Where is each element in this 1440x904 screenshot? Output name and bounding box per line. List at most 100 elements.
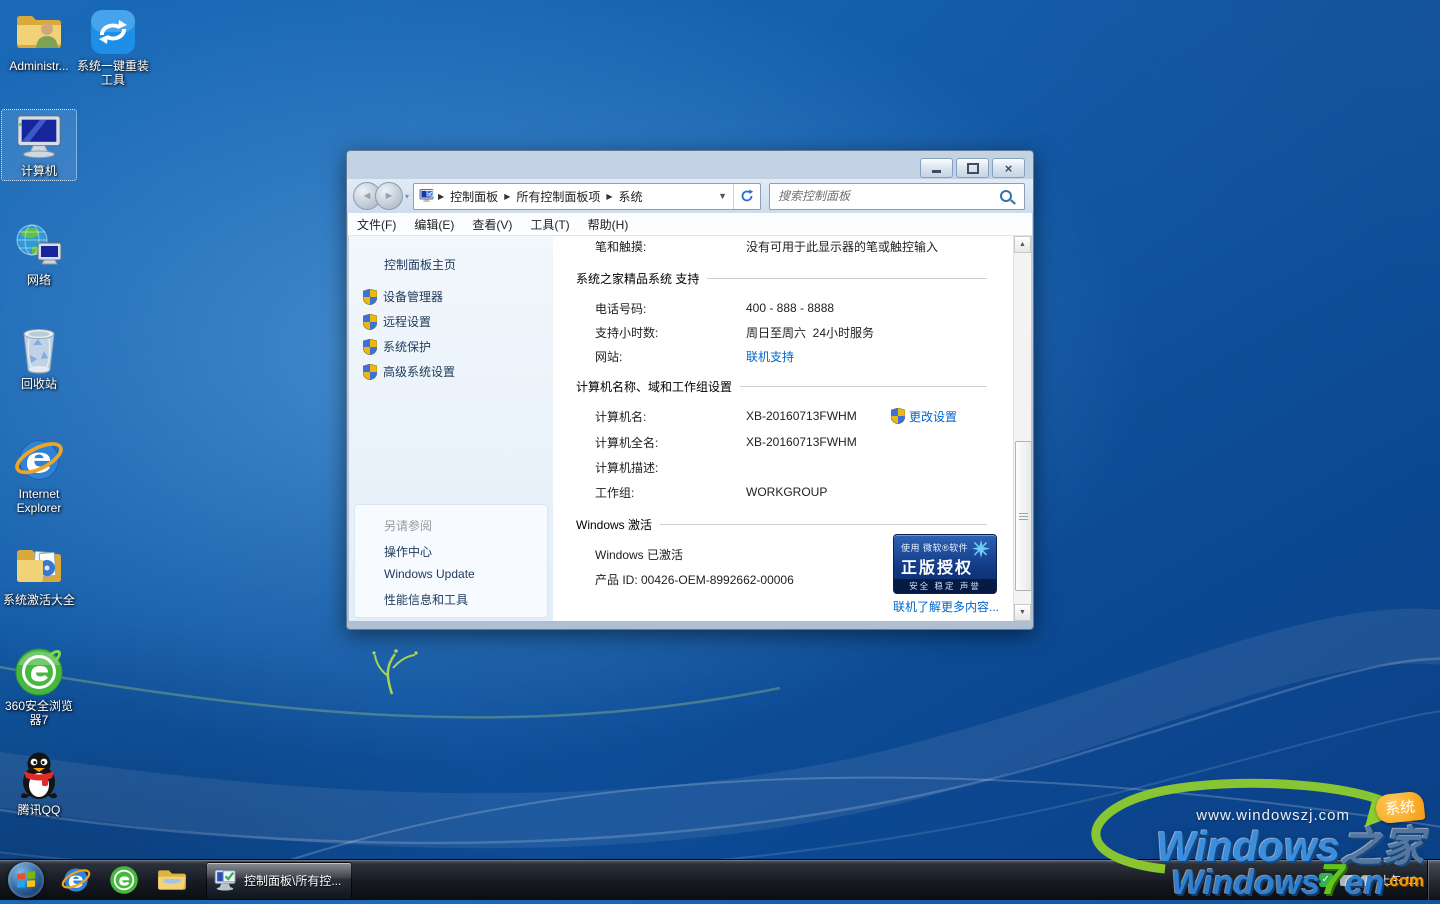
scroll-up-button[interactable]: ▲ — [1014, 236, 1031, 253]
menu-edit[interactable]: 编辑(E) — [405, 216, 463, 233]
field-label: 支持小时数: — [595, 324, 746, 341]
taskbar-clock[interactable]: 上午 10: — [1376, 872, 1424, 888]
network-tray-icon[interactable] — [1340, 875, 1353, 886]
online-support-link[interactable]: 联机支持 — [746, 348, 794, 365]
field-label: 网站: — [595, 348, 746, 365]
history-dropdown-icon[interactable]: ▾ — [405, 192, 409, 201]
forward-button[interactable]: ► — [375, 182, 403, 210]
volume-tray-icon[interactable] — [1360, 875, 1369, 886]
sidebar-item-control-panel-home[interactable]: 控制面板主页 — [384, 256, 456, 273]
activation-section-header: Windows 激活 — [576, 516, 987, 533]
see-also-header: 另请参阅 — [384, 517, 432, 534]
sidebar-item-windows-update[interactable]: Windows Update — [384, 567, 475, 581]
search-box[interactable] — [769, 183, 1025, 210]
menu-file[interactable]: 文件(F) — [348, 216, 405, 233]
field-value: WORKGROUP — [746, 485, 827, 499]
sidebar-item-label: 设备管理器 — [383, 288, 443, 305]
scroll-down-button[interactable]: ▼ — [1014, 604, 1031, 621]
field-value: XB-20160713FWHM — [746, 435, 857, 449]
field-value: XB-20160713FWHM — [746, 409, 857, 423]
navigation-bar: ◄ ► ▾ ▶ 控制面板 ▶ 所有控制面板项 ▶ 系统 ▼ — [347, 179, 1033, 213]
badge-line3: 安全 稳定 声誉 — [894, 579, 996, 593]
maximize-button[interactable] — [956, 158, 989, 178]
sidebar-item-system-protection[interactable]: 系统保护 — [363, 338, 431, 355]
sidebar-item-label: 远程设置 — [383, 313, 431, 330]
full-name-row: 计算机全名: XB-20160713FWHM — [595, 432, 987, 452]
sidebar-item-device-manager[interactable]: 设备管理器 — [363, 288, 443, 305]
close-button[interactable]: × — [992, 158, 1025, 178]
desktop-icon-label: 回收站 — [2, 377, 76, 391]
start-button[interactable] — [0, 860, 52, 900]
desktop-icon-computer[interactable]: 计算机 — [2, 110, 76, 180]
genuine-microsoft-badge: 使用 微软®软件 正版授权 安全 稳定 声誉 — [893, 534, 997, 594]
breadcrumb-all-items[interactable]: 所有控制面板项 — [510, 188, 606, 205]
scrollbar-thumb[interactable] — [1015, 441, 1032, 591]
desktop-icon-label: 腾讯QQ — [2, 803, 76, 817]
sidebar-item-performance-tools[interactable]: 性能信息和工具 — [384, 591, 468, 608]
description-row: 计算机描述: — [595, 457, 987, 477]
folder-icon — [156, 867, 188, 893]
desktop-icon-activation-folder[interactable]: 系统激活大全 — [2, 542, 76, 607]
system-tray: ▲ ✓ 上午 10: — [1303, 860, 1424, 900]
learn-more-online-link[interactable]: 联机了解更多内容... — [893, 598, 999, 615]
change-settings-link[interactable]: 更改设置 — [909, 408, 957, 425]
address-dropdown-icon[interactable]: ▼ — [712, 191, 733, 201]
360-browser-icon — [109, 865, 139, 895]
support-hours-row: 支持小时数: 周日至周六 24小时服务 — [595, 322, 987, 342]
breadcrumb-control-panel[interactable]: 控制面板 — [444, 188, 504, 205]
desktop-icon-label: Administr... — [2, 59, 76, 73]
sidebar: 控制面板主页 设备管理器 远程设置 系统 — [349, 236, 553, 621]
activation-status: Windows 已激活 — [595, 546, 683, 563]
badge-line2: 正版授权 — [901, 554, 973, 578]
search-input[interactable] — [770, 189, 1000, 203]
uac-shield-icon — [363, 339, 377, 355]
sidebar-item-label: 系统保护 — [383, 338, 431, 355]
taskbar: 控制面板\所有控... ▲ ✓ 上午 10: — [0, 859, 1440, 900]
desktop-icon-reinstall-tool[interactable]: 系统一键重装工具 — [76, 8, 150, 87]
system-control-panel-window: × ◄ ► ▾ ▶ 控制面板 ▶ 所有控制面板项 ▶ 系统 ▼ — [346, 150, 1034, 630]
desktop-icon-qq[interactable]: 腾讯QQ — [2, 752, 76, 817]
desktop-icon-label: 系统激活大全 — [2, 593, 76, 607]
task-button-label: 控制面板\所有控... — [244, 872, 341, 889]
menu-help[interactable]: 帮助(H) — [579, 216, 638, 233]
desktop-icon-360-browser[interactable]: 360安全浏览器7 — [2, 648, 76, 727]
field-label: 笔和触摸: — [595, 238, 746, 255]
menu-tools[interactable]: 工具(T) — [521, 216, 578, 233]
watermark-url: www.windowszj.com — [1196, 807, 1350, 824]
phone-row: 电话号码: 400 - 888 - 8888 — [595, 298, 987, 318]
swap-arrows-icon — [88, 8, 138, 56]
sidebar-item-action-center[interactable]: 操作中心 — [384, 543, 432, 560]
taskbar-active-task-control-panel[interactable]: 控制面板\所有控... — [206, 862, 352, 898]
show-desktop-button[interactable] — [1427, 860, 1440, 900]
menu-bar: 文件(F) 编辑(E) 查看(V) 工具(T) 帮助(H) — [348, 213, 1032, 236]
desktop-icon-network[interactable]: 网络 — [2, 222, 76, 287]
menu-view[interactable]: 查看(V) — [463, 216, 521, 233]
recycle-bin-icon — [14, 326, 64, 374]
hidden-icons-chevron-icon[interactable]: ▲ — [1303, 875, 1312, 885]
change-settings[interactable]: 更改设置 — [891, 408, 957, 425]
taskbar-360-browser[interactable] — [100, 860, 148, 900]
desktop-icon-administrator[interactable]: Administr... — [2, 8, 76, 73]
internet-explorer-icon — [14, 436, 64, 484]
uac-shield-icon — [363, 314, 377, 330]
sprout-art — [372, 649, 417, 694]
taskbar-explorer[interactable] — [148, 860, 196, 900]
desktop-icon-label: 系统一键重装工具 — [76, 59, 150, 87]
refresh-button[interactable] — [733, 184, 760, 209]
system-address-icon — [419, 189, 434, 203]
sidebar-item-label: 高级系统设置 — [383, 363, 455, 380]
field-label: 计算机描述: — [595, 459, 746, 476]
action-center-check-icon[interactable]: ✓ — [1319, 873, 1333, 887]
sidebar-item-advanced-settings[interactable]: 高级系统设置 — [363, 363, 455, 380]
system-task-icon — [213, 869, 237, 891]
search-icon[interactable] — [1000, 190, 1012, 202]
address-bar[interactable]: ▶ 控制面板 ▶ 所有控制面板项 ▶ 系统 ▼ — [413, 183, 761, 210]
taskbar-internet-explorer[interactable] — [52, 860, 100, 900]
breadcrumb-system[interactable]: 系统 — [613, 188, 649, 205]
desktop-icon-internet-explorer[interactable]: Internet Explorer — [2, 436, 76, 515]
desktop-icon-label: 计算机 — [2, 164, 76, 178]
desktop-icon-recycle-bin[interactable]: 回收站 — [2, 326, 76, 391]
vertical-scrollbar[interactable]: ▲ ▼ — [1013, 236, 1031, 621]
sidebar-item-remote-settings[interactable]: 远程设置 — [363, 313, 431, 330]
minimize-button[interactable] — [920, 158, 953, 178]
